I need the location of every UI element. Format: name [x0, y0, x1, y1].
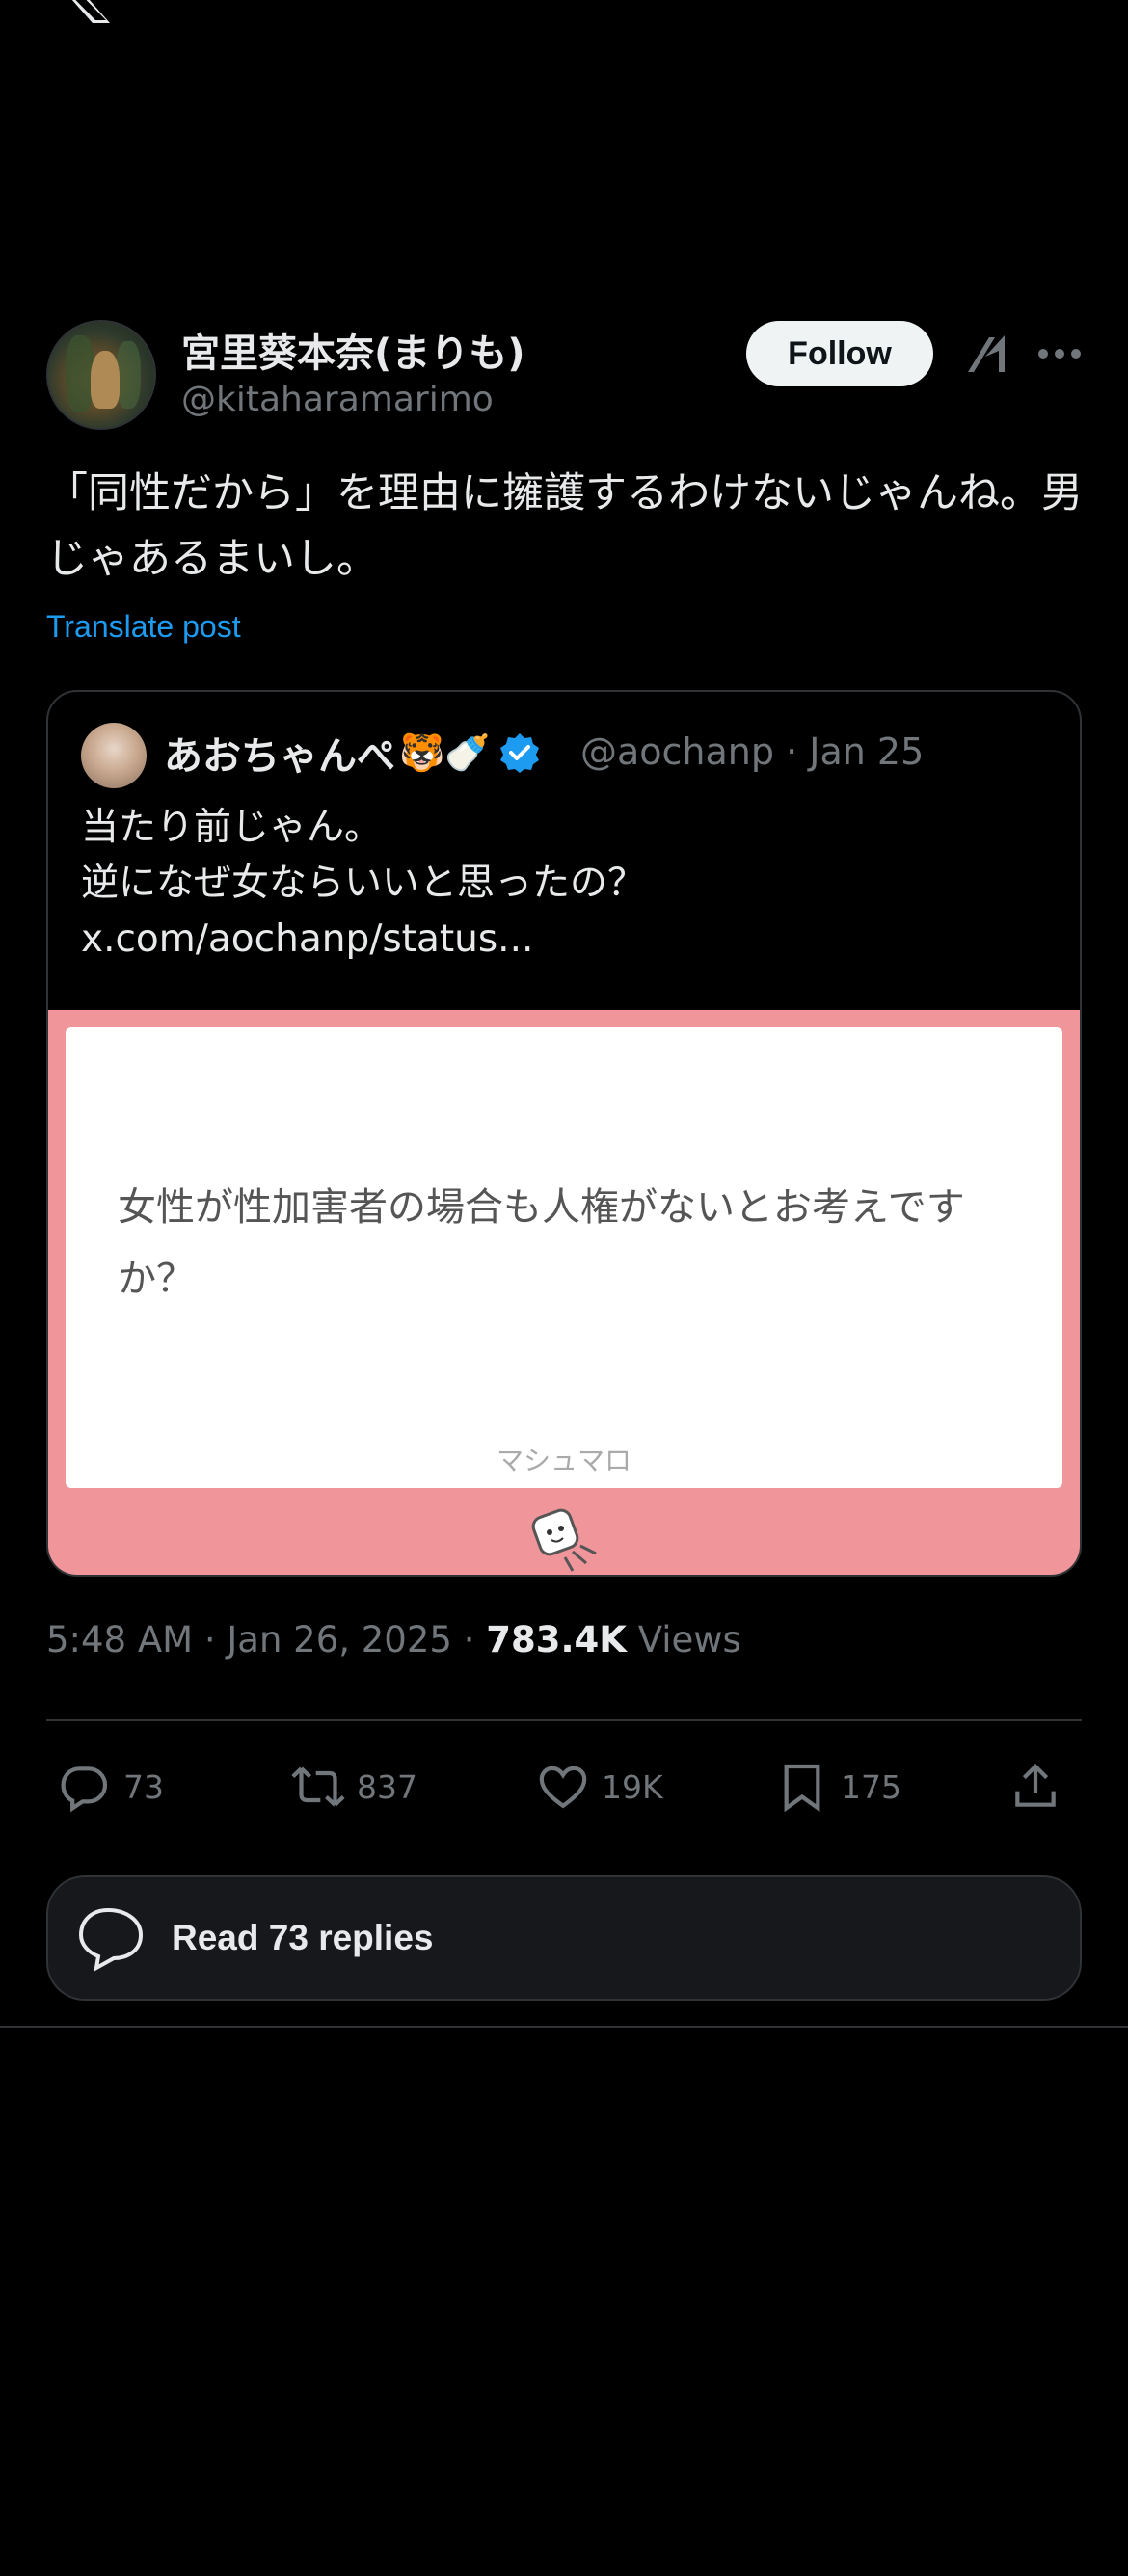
views-count: 783.4K — [486, 1619, 627, 1660]
quoted-post-text: 当たり前じゃん。 逆になぜ女ならいいと思ったの？ x.com/aochanp/s… — [81, 800, 645, 968]
bookmark-count: 175 — [841, 1767, 901, 1806]
like-count: 19K — [602, 1767, 663, 1806]
translate-post-link[interactable]: Translate post — [46, 609, 241, 645]
quoted-author-name[interactable]: あおちゃんぺ 🐯🍼 — [164, 725, 541, 781]
share-icon — [1015, 1764, 1056, 1807]
divider — [46, 1719, 1082, 1721]
views-label: Views — [626, 1619, 741, 1660]
grok-icon[interactable] — [960, 328, 1012, 380]
verified-icon — [499, 733, 539, 773]
top-bar — [0, 0, 1128, 39]
post-timestamp[interactable]: 5:48 AM · Jan 26, 2025 · — [46, 1619, 486, 1660]
repost-icon — [291, 1766, 345, 1807]
conversation-icon — [78, 1907, 144, 1972]
marshmallow-icon — [531, 1508, 597, 1572]
reply-count: 73 — [123, 1767, 164, 1806]
post-author: 宮里葵本奈(まりも) @kitaharamarimo Follow — [46, 320, 1082, 432]
card-question-box: 女性が性加害者の場合も人権がないとお考えですか？ マシュマロ — [66, 1027, 1062, 1488]
repost-button[interactable]: 837 — [291, 1750, 417, 1823]
reply-button[interactable]: 73 — [58, 1750, 164, 1823]
author-display-name[interactable]: 宮里葵本奈(まりも) — [181, 322, 525, 378]
post-text: 「同性だから」を理由に擁護するわけないじゃんね。男じゃあるまいし。 — [46, 469, 1083, 583]
like-button[interactable]: 19K — [536, 1750, 663, 1823]
action-bar: 73 837 19K 175 — [46, 1750, 1082, 1823]
quoted-line: 逆になぜ女ならいいと思ったの？ — [81, 862, 646, 905]
x-logo-icon[interactable] — [46, 0, 114, 23]
quoted-handle-date[interactable]: @aochanp · Jan 25 — [580, 730, 924, 773]
share-button[interactable] — [1008, 1750, 1074, 1823]
quoted-line: 当たり前じゃん。 — [81, 806, 383, 849]
quoted-post[interactable]: あおちゃんぺ 🐯🍼 @aochanp · Jan 25 当たり前じゃん。 逆にな… — [46, 690, 1082, 1577]
follow-button[interactable]: Follow — [746, 321, 933, 386]
read-replies-label: Read 73 replies — [172, 1918, 434, 1957]
bookmark-button[interactable]: 175 — [775, 1750, 901, 1823]
more-icon[interactable] — [1037, 347, 1082, 360]
author-handle[interactable]: @kitaharamarimo — [181, 380, 494, 419]
repost-count: 837 — [357, 1767, 417, 1806]
card-brand-label: マシュマロ — [496, 1445, 631, 1476]
quoted-name-emojis: 🐯🍼 — [399, 730, 491, 774]
marshmallow-card[interactable]: 女性が性加害者の場合も人権がないとお考えですか？ マシュマロ — [48, 1010, 1080, 1575]
author-avatar[interactable] — [46, 320, 156, 430]
read-replies-button[interactable]: Read 73 replies — [46, 1875, 1082, 2001]
reply-icon — [61, 1766, 108, 1813]
bookmark-icon — [784, 1764, 820, 1813]
quoted-author-avatar[interactable] — [81, 723, 147, 788]
divider — [0, 2026, 1128, 2028]
like-icon — [539, 1766, 587, 1809]
quoted-display-name: あおちゃんぺ — [164, 734, 395, 779]
card-question-text: 女性が性加害者の場合も人権がないとお考えですか？ — [118, 1185, 965, 1301]
quoted-link[interactable]: x.com/aochanp/status... — [81, 912, 645, 968]
post-meta: 5:48 AM · Jan 26, 2025 · 783.4K Views — [46, 1619, 741, 1660]
